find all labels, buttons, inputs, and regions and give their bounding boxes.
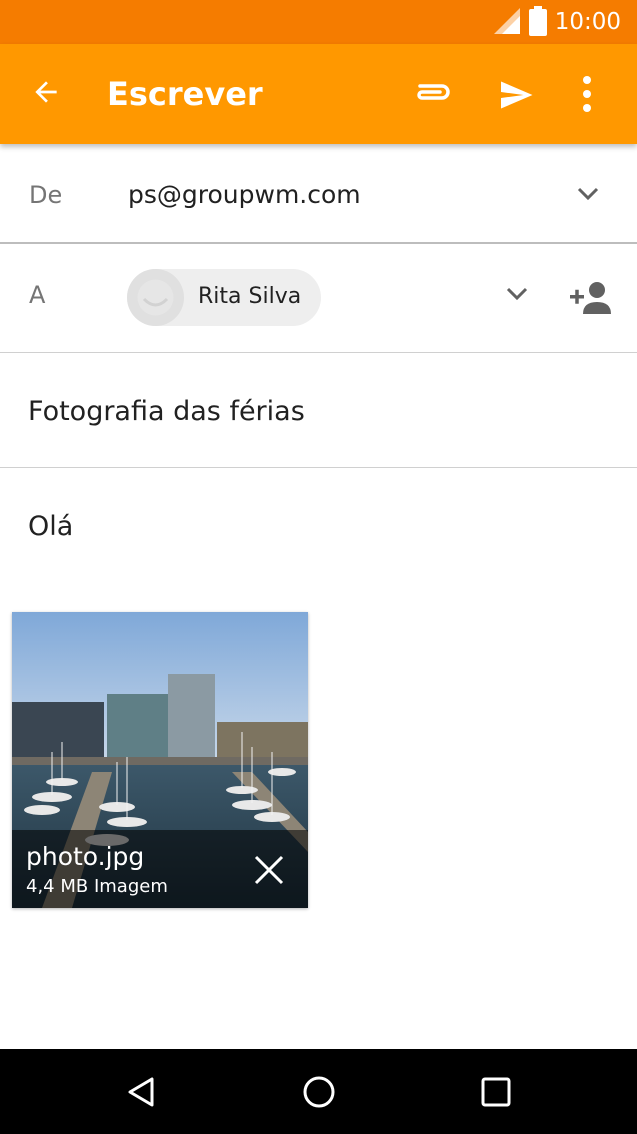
from-field[interactable]: ps@groupwm.com [128, 179, 361, 211]
paperclip-icon[interactable] [410, 80, 452, 104]
navigation-bar [0, 1049, 637, 1134]
contact-avatar-icon [137, 279, 174, 316]
nav-recents-icon[interactable] [481, 1077, 511, 1107]
status-bar: 10:00 [0, 0, 637, 44]
divider [0, 467, 637, 468]
battery-icon [529, 6, 547, 36]
close-icon[interactable] [252, 853, 286, 887]
signal-icon [494, 8, 520, 34]
avatar [127, 269, 184, 326]
divider [0, 352, 637, 353]
divider [0, 242, 637, 244]
add-person-icon[interactable] [570, 281, 612, 315]
attachment-filename: photo.jpg [26, 842, 145, 871]
from-label: De [29, 181, 63, 209]
app-bar: Escrever [0, 44, 637, 144]
nav-back-icon[interactable] [126, 1076, 156, 1108]
page-title: Escrever [107, 75, 263, 113]
send-icon[interactable] [496, 77, 536, 113]
nav-home-icon[interactable] [302, 1075, 336, 1109]
chevron-down-icon[interactable] [576, 185, 600, 203]
attachment-details: 4,4 MB Imagem [26, 876, 168, 897]
chevron-down-icon[interactable] [505, 285, 529, 303]
arrow-back-icon[interactable] [30, 76, 62, 108]
status-time: 10:00 [554, 9, 621, 35]
more-vert-icon[interactable] [575, 74, 599, 114]
subject-field[interactable]: Fotografia das férias [28, 395, 305, 429]
to-label: A [29, 281, 46, 309]
recipient-name: Rita Silva [198, 284, 302, 309]
recipient-chip[interactable]: Rita Silva [127, 269, 321, 326]
body-field[interactable]: Olá [28, 510, 73, 544]
attachment-card[interactable]: photo.jpg 4,4 MB Imagem [12, 612, 308, 908]
